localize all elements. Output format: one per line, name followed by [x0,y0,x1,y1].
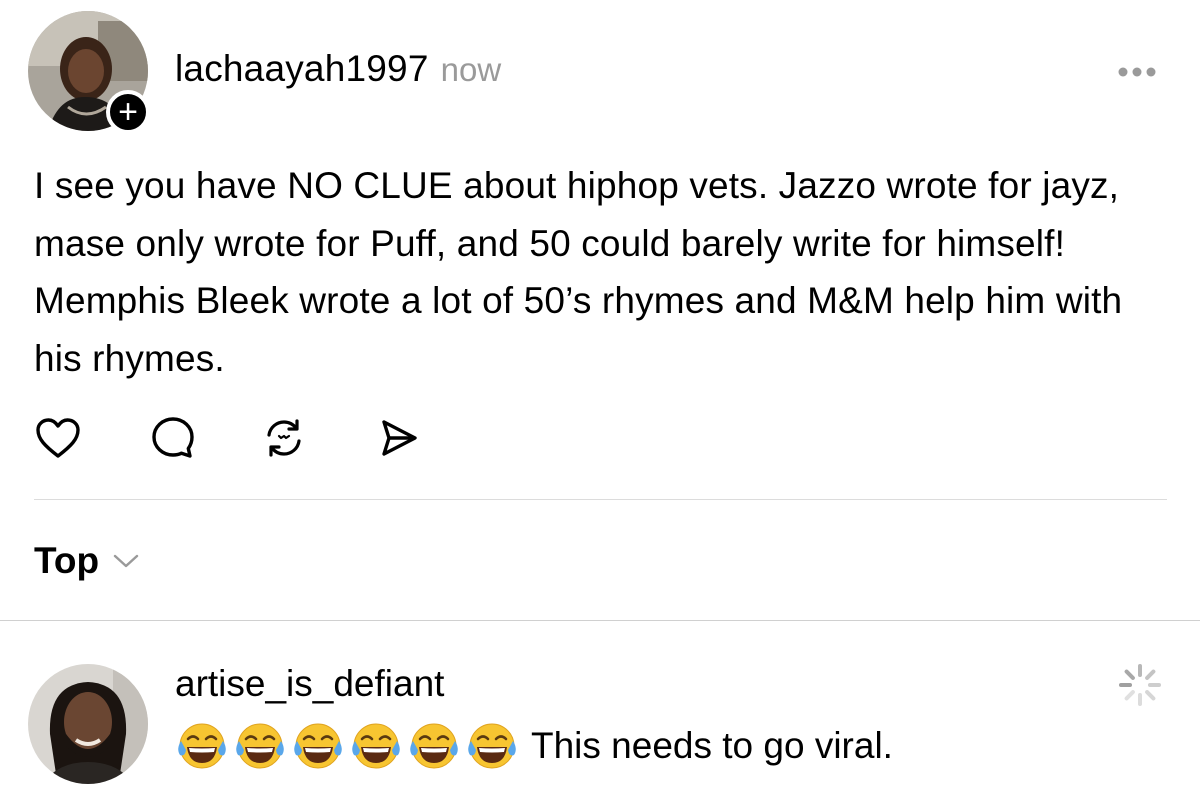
divider [34,499,1167,500]
comment-avatar[interactable] [28,664,148,784]
laughing-tears-emoji [352,723,400,769]
comment-avatar-photo [28,664,148,784]
laughing-tears-emoji [178,723,226,769]
comment-text: This needs to go viral. [531,725,893,766]
chevron-down-icon [113,554,139,568]
sort-dropdown[interactable]: Top [34,540,139,582]
like-button[interactable] [32,412,84,464]
repost-icon [267,419,301,457]
share-button[interactable] [372,412,424,464]
plus-icon: + [118,93,138,131]
post-username[interactable]: lachaayah1997 [175,48,429,90]
comment-status [1116,661,1164,714]
more-options-button[interactable] [1116,48,1158,86]
comment-icon [152,417,194,458]
laughing-tears-emoji [410,723,458,769]
post-text: I see you have NO CLUE about hiphop vets… [34,165,1123,379]
post-header: lachaayah1997 now [175,48,501,90]
laughing-tears-emoji [468,723,516,769]
follow-button[interactable]: + [106,90,150,134]
comment-text-row: This needs to go viral. [175,719,893,773]
more-horizontal-icon [1118,67,1156,77]
laughing-tears-emoji [294,723,342,769]
heart-icon [36,418,80,458]
laughing-tears-emoji [236,723,284,769]
repost-button[interactable] [258,412,310,464]
section-divider [0,620,1200,621]
emoji-group [175,719,519,773]
sort-label: Top [34,540,100,581]
comment-button[interactable] [147,412,199,464]
share-icon [382,420,417,456]
comment-username[interactable]: artise_is_defiant [175,663,444,705]
loading-spinner-icon [1119,664,1161,706]
post-timestamp: now [440,51,502,88]
